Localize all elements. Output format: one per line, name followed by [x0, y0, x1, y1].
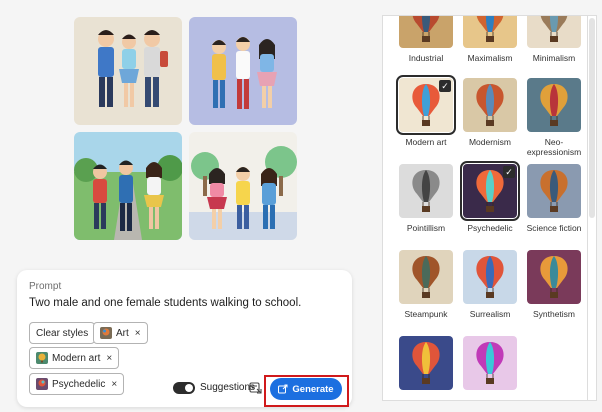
- hot-air-balloon-icon: [527, 78, 581, 132]
- hot-air-balloon-icon: [463, 250, 517, 304]
- style-tile-label: Minimalism: [532, 53, 576, 63]
- art-thumbnail-icon: [100, 327, 112, 339]
- style-tile-label: Industrial: [408, 53, 444, 63]
- style-thumbnail: ✓: [396, 75, 456, 135]
- style-tile-label: Surrealism: [469, 309, 511, 319]
- style-thumbnail: [399, 250, 453, 304]
- style-thumbnail: [399, 164, 453, 218]
- style-tile[interactable]: Minimalism: [519, 16, 587, 63]
- style-thumbnail: [527, 78, 581, 132]
- style-thumbnail: [463, 78, 517, 132]
- style-chip-modern-art: Modern art ×: [29, 347, 120, 369]
- style-tile[interactable]: ✓ Modern art: [391, 75, 461, 147]
- style-gallery-panel: Industrial Maximalism Minimalism ✓ Modern ar…: [382, 15, 587, 401]
- style-tile[interactable]: [391, 336, 461, 395]
- clear-styles-button[interactable]: Clear styles: [29, 322, 96, 344]
- modern-art-thumbnail-icon: [36, 352, 48, 364]
- style-tile[interactable]: Surrealism: [455, 250, 525, 319]
- generate-icon: [278, 384, 288, 394]
- generated-image-3[interactable]: [74, 132, 182, 240]
- style-chip-psychedelic: Psychedelic ×: [29, 373, 125, 395]
- selected-check-icon: ✓: [503, 166, 515, 178]
- prompt-input[interactable]: Two male and one female students walking…: [29, 297, 301, 309]
- hot-air-balloon-icon: [527, 164, 581, 218]
- suggestions-label: Suggestions: [200, 382, 256, 393]
- toggle-knob: [185, 384, 193, 392]
- style-tile-label: Steampunk: [404, 309, 448, 319]
- suggestions-info-icon[interactable]: [249, 381, 263, 395]
- style-tile-label: Modern art: [405, 137, 447, 147]
- remove-art-icon[interactable]: ×: [135, 328, 141, 339]
- prompt-label: Prompt: [29, 281, 62, 292]
- style-chip-modern-art-label: Modern art: [52, 352, 101, 364]
- hot-air-balloon-icon: [399, 16, 453, 48]
- style-thumbnail: [399, 16, 453, 48]
- style-thumbnail: [527, 16, 581, 48]
- hot-air-balloon-icon: [399, 164, 453, 218]
- style-thumbnail: [399, 336, 453, 390]
- psychedelic-thumbnail-icon: [36, 378, 48, 390]
- style-tile[interactable]: Pointillism: [391, 164, 461, 233]
- style-thumbnail: [463, 336, 517, 390]
- style-tile[interactable]: Modernism: [455, 78, 525, 147]
- style-tile[interactable]: Industrial: [391, 16, 461, 63]
- remove-psychedelic-icon[interactable]: ×: [111, 379, 117, 390]
- hot-air-balloon-icon: [463, 78, 517, 132]
- selected-check-icon: ✓: [439, 80, 451, 92]
- style-tile[interactable]: Steampunk: [391, 250, 461, 319]
- style-tile-label: Pointillism: [406, 223, 446, 233]
- hot-air-balloon-icon: [463, 16, 517, 48]
- style-tile-label: Neo-expressionism: [526, 137, 582, 157]
- generated-image-2[interactable]: [189, 17, 297, 125]
- style-tile-label: Psychedelic: [467, 223, 513, 233]
- style-tile[interactable]: [455, 336, 525, 395]
- style-chip-art-label: Art: [116, 327, 129, 339]
- remove-modern-art-icon[interactable]: ×: [106, 353, 112, 364]
- style-tile-label: Science fiction: [526, 223, 582, 233]
- style-chip-art: Art ×: [93, 322, 148, 344]
- suggestions-toggle[interactable]: [173, 382, 195, 394]
- style-tile-label: Synthetism: [532, 309, 576, 319]
- app-root: Prompt Two male and one female students …: [0, 0, 602, 412]
- generated-image-1[interactable]: [74, 17, 182, 125]
- style-thumbnail: [527, 164, 581, 218]
- generated-image-4[interactable]: [189, 132, 297, 240]
- style-tile[interactable]: Neo-expressionism: [519, 78, 587, 157]
- hot-air-balloon-icon: [463, 336, 517, 390]
- style-tile-label: Modernism: [468, 137, 512, 147]
- hot-air-balloon-icon: [527, 16, 581, 48]
- style-tile[interactable]: Science fiction: [519, 164, 587, 233]
- style-tile[interactable]: Maximalism: [455, 16, 525, 63]
- scrollbar-thumb[interactable]: [589, 18, 595, 218]
- hot-air-balloon-icon: [399, 336, 453, 390]
- style-thumbnail: ✓: [460, 161, 520, 221]
- style-thumbnail: [463, 250, 517, 304]
- style-thumbnail: [463, 16, 517, 48]
- hot-air-balloon-icon: [399, 250, 453, 304]
- generate-button[interactable]: Generate: [270, 378, 342, 400]
- style-tile[interactable]: ✓ Psychedelic: [455, 161, 525, 233]
- style-tile-label: Maximalism: [467, 53, 513, 63]
- style-tile[interactable]: Synthetism: [519, 250, 587, 319]
- clear-styles-label: Clear styles: [36, 327, 89, 339]
- hot-air-balloon-icon: [527, 250, 581, 304]
- style-chip-psychedelic-label: Psychedelic: [52, 378, 106, 390]
- style-thumbnail: [527, 250, 581, 304]
- generate-label: Generate: [292, 383, 334, 395]
